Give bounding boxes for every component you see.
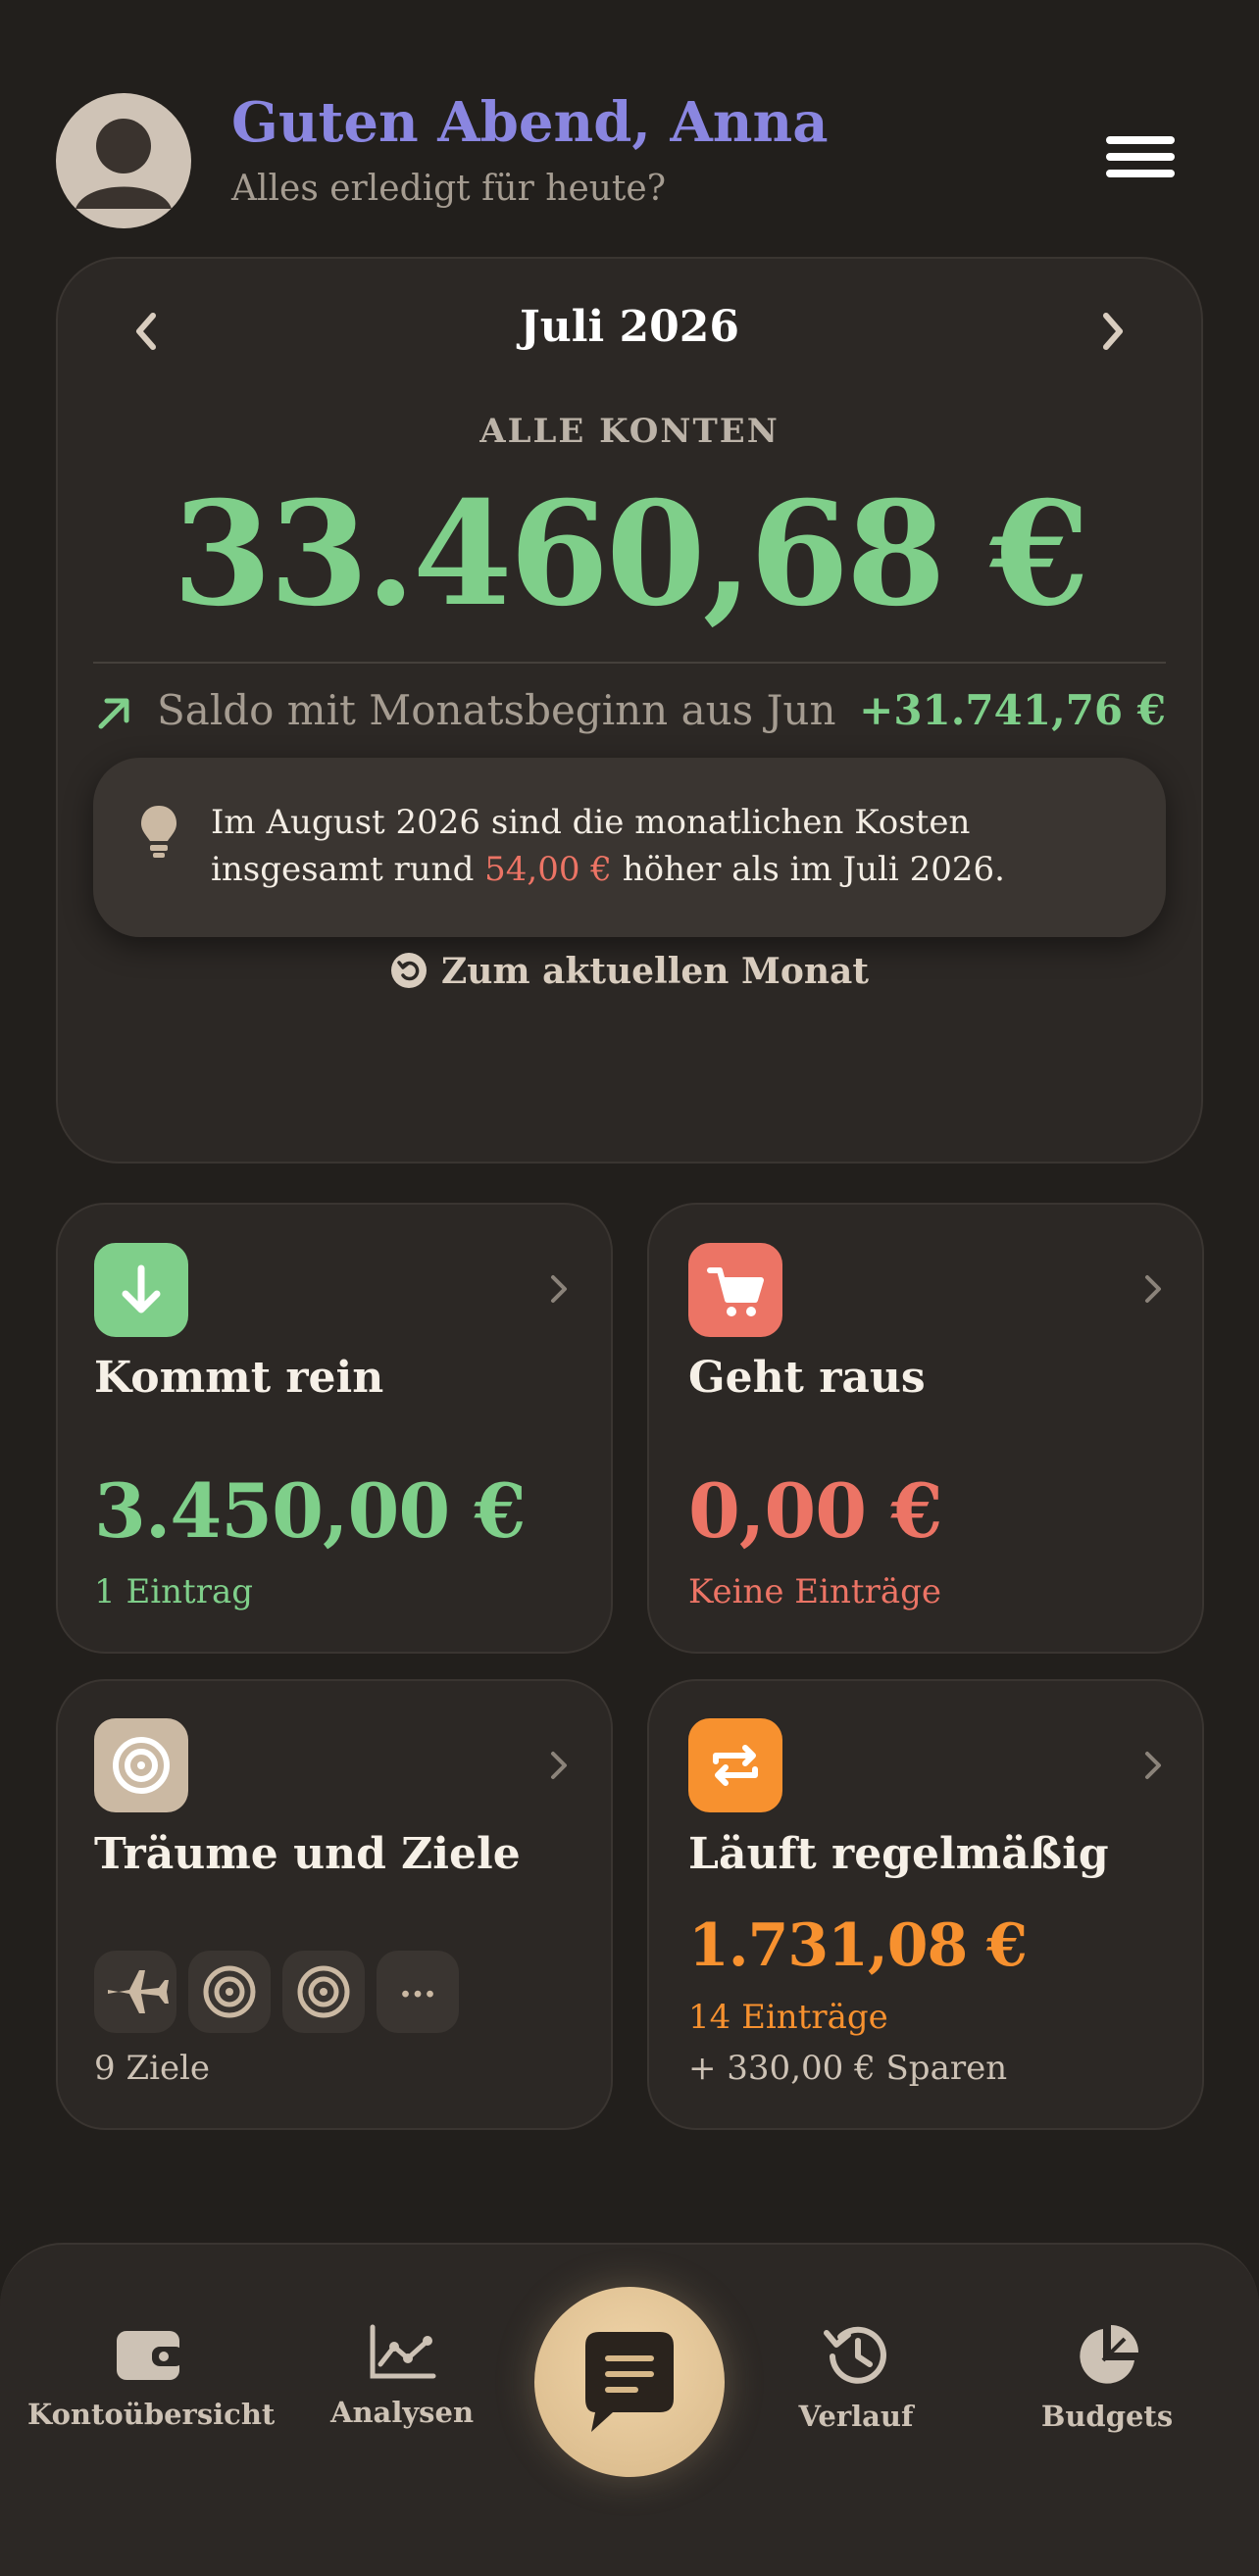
chevron-right-icon [1145,1752,1161,1779]
chart-icon [370,2324,436,2379]
menu-icon [1106,136,1175,144]
chevron-right-icon [551,1275,567,1303]
nav-verlauf[interactable]: Verlauf [733,2321,979,2433]
goal-chip-target [188,1951,271,2033]
recurring-amount: 1.731,08 € [688,1911,1028,1980]
wallet-icon [117,2331,183,2380]
chevron-right-icon [1103,313,1123,350]
all-accounts-label: ALLE KONTEN [479,412,780,451]
nav-label: Analysen [329,2396,475,2429]
airplane-icon [108,1970,169,2013]
cart-icon [688,1243,782,1337]
chat-button[interactable] [534,2287,725,2477]
history-icon [824,2326,886,2384]
total-balance: 33.460,68 € [172,471,1089,638]
nav-label: Budgets [1040,2400,1174,2433]
divider [93,662,1166,664]
target-icon [94,1718,188,1812]
return-icon [390,953,427,988]
chevron-right-icon [551,1752,567,1779]
expenses-amount: 0,00 € [688,1467,942,1555]
income-title: Kommt rein [94,1353,384,1403]
arrow-up-right-icon [98,698,129,729]
user-icon [76,119,172,209]
recurring-savings: + 330,00 € Sparen [688,2049,1008,2088]
goal-chip-target [282,1951,365,2033]
tip-amount: 54,00 € [484,850,612,889]
menu-icon-bar [1106,153,1175,161]
menu-button[interactable] [1098,132,1183,181]
nav-kontouebersicht[interactable]: Kontoübersicht [27,2323,276,2431]
recurring-count: 14 Einträge [688,1998,888,2037]
income-count: 1 Eintrag [94,1572,253,1611]
goals-title: Träume und Ziele [94,1829,521,1879]
target-icon [297,1965,350,2018]
greeting: Guten Abend, Anna [231,90,829,155]
avatar[interactable] [56,93,191,228]
nav-budgets[interactable]: Budgets [984,2321,1230,2433]
goal-chip-more: ... [377,1951,459,2033]
repeat-icon [688,1718,782,1812]
current-month-link-label: Zum aktuellen Monat [440,951,869,992]
nav-label: Kontoübersicht [27,2398,276,2431]
menu-icon-bar [1106,170,1175,177]
next-month-button[interactable] [1083,302,1141,361]
pie-chart-icon [1080,2325,1138,2384]
tip-text-end: höher als im Juli 2026. [611,850,1005,889]
goals-count: 9 Ziele [94,2049,211,2088]
current-month-button[interactable]: Zum aktuellen Monat [0,951,1259,992]
expenses-title: Geht raus [688,1353,926,1403]
saldo-label: Saldo mit Monatsbeginn aus Jun [157,686,836,734]
recurring-title: Läuft regelmäßig [688,1829,1109,1879]
goal-chip-travel [94,1951,176,2033]
lightbulb-icon [141,806,176,858]
target-icon [203,1965,256,2018]
income-amount: 3.450,00 € [94,1467,527,1555]
tip-text: Im August 2026 sind die monatlichen Kost… [211,799,1133,893]
current-month-label: Juli 2026 [519,302,740,352]
greeting-subtitle: Alles erledigt für heute? [231,169,667,209]
chevron-right-icon [1145,1275,1161,1303]
arrow-down-icon [94,1243,188,1337]
nav-label: Verlauf [798,2400,914,2433]
saldo-value: +31.741,76 € [859,686,1166,734]
chat-icon [585,2332,674,2432]
nav-analysen[interactable]: Analysen [279,2321,525,2429]
expenses-count: Keine Einträge [688,1572,941,1611]
